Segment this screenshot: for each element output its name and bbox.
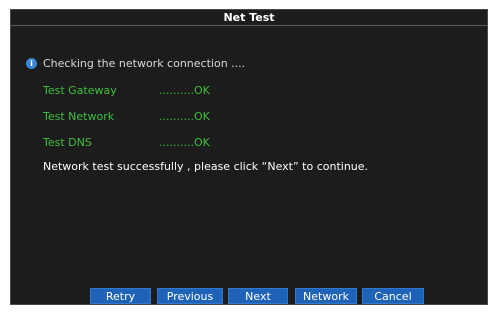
dialog-title: Net Test xyxy=(11,10,487,26)
retry-button[interactable]: Retry xyxy=(90,288,151,304)
result-message: Network test successfully , please click… xyxy=(43,160,369,173)
status-line: i Checking the network connection .... xyxy=(26,55,245,71)
network-button[interactable]: Network xyxy=(295,288,357,304)
net-test-dialog: Net Test i Checking the network connecti… xyxy=(10,9,488,305)
check-name: Test DNS xyxy=(43,136,92,149)
info-icon: i xyxy=(26,57,37,69)
previous-button[interactable]: Previous xyxy=(157,288,223,304)
check-result: ..........OK xyxy=(159,110,210,123)
check-name: Test Gateway xyxy=(43,84,117,97)
check-result: ..........OK xyxy=(159,136,210,149)
next-button[interactable]: Next xyxy=(228,288,288,304)
status-text: Checking the network connection .... xyxy=(43,56,246,70)
check-name: Test Network xyxy=(43,110,115,123)
check-result: ..........OK xyxy=(159,84,210,97)
cancel-button[interactable]: Cancel xyxy=(362,288,424,304)
